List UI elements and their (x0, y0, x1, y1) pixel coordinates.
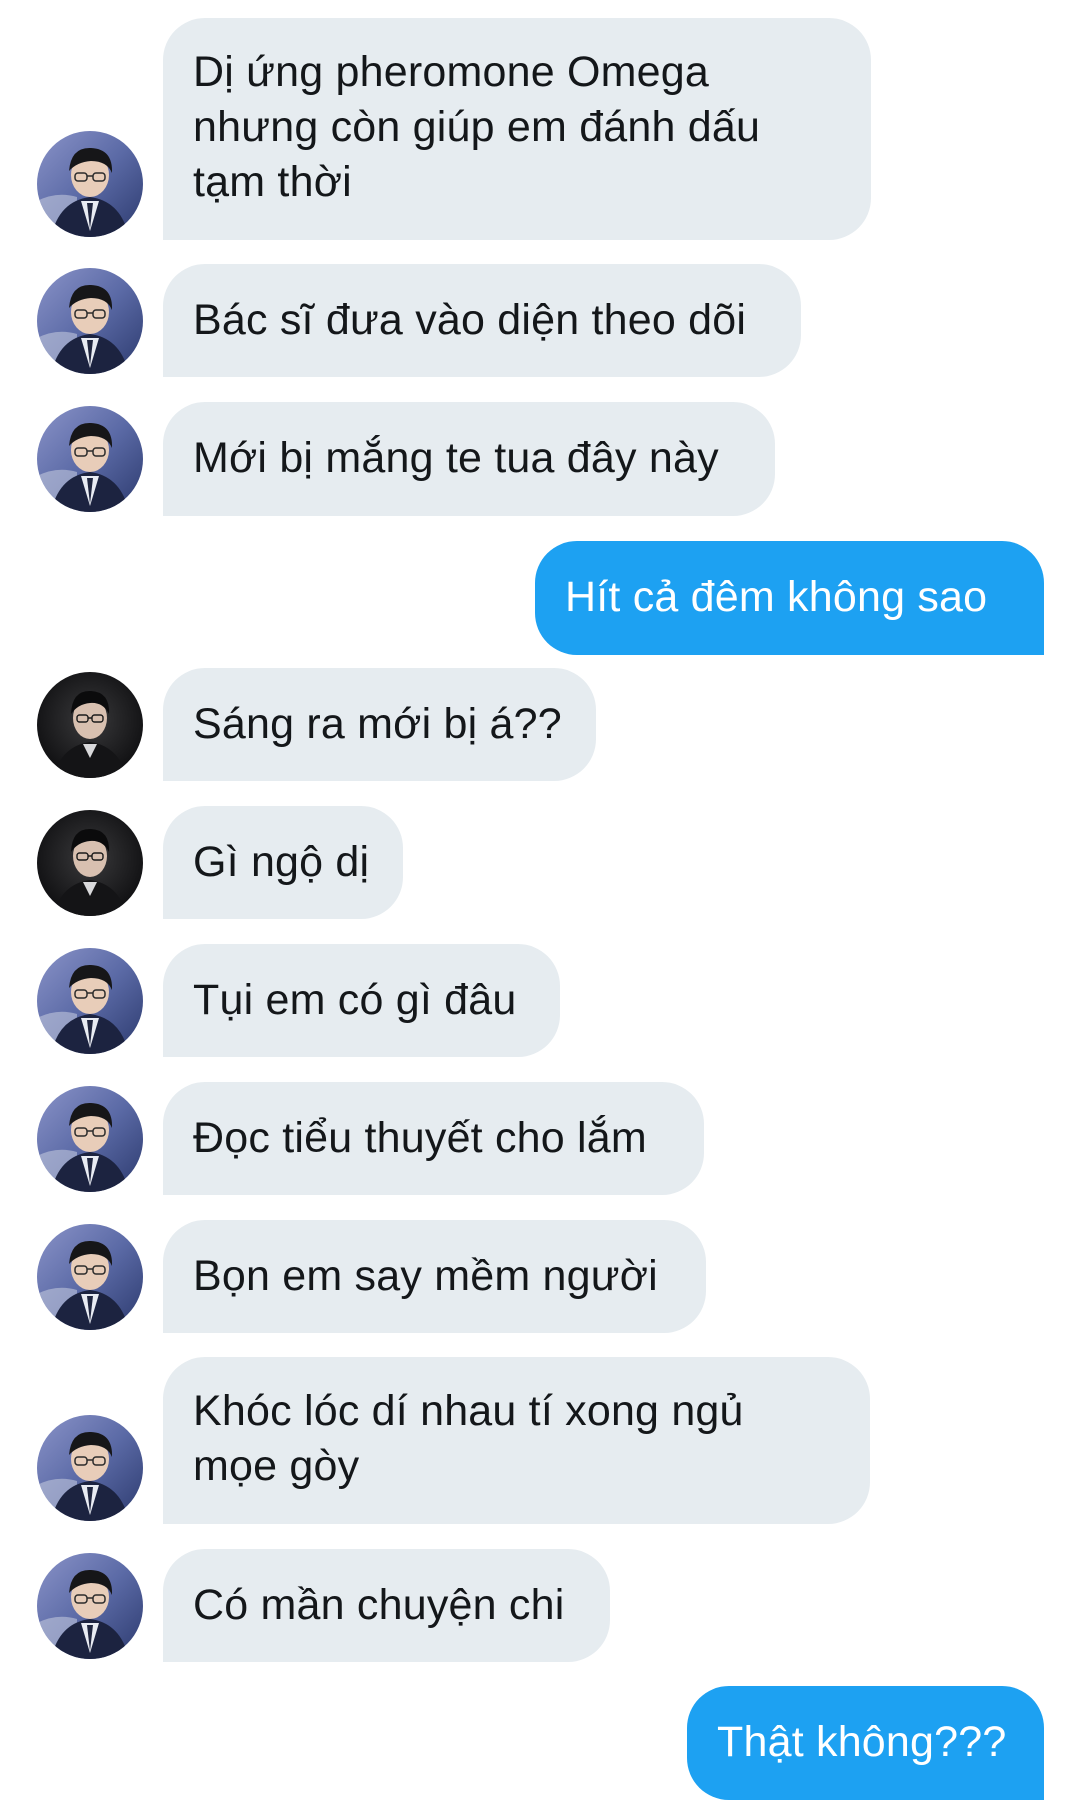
avatar-suit-person-icon[interactable] (37, 948, 143, 1054)
message-text: Có mần chuyện chi (193, 1581, 565, 1629)
message-row: Mới bị mắng te tua đây này (0, 402, 1079, 516)
incoming-message-bubble[interactable]: Tụi em có gì đâu (163, 944, 560, 1057)
avatar-suit-person-icon[interactable] (37, 1224, 143, 1330)
message-row: Sáng ra mới bị á?? (0, 668, 1079, 781)
message-text: Khóc lóc dí nhau tí xong ngủ mọe gòy (193, 1387, 744, 1490)
message-text: Gì ngộ dị (193, 838, 370, 886)
message-text: Mới bị mắng te tua đây này (193, 434, 719, 482)
outgoing-message-bubble[interactable]: Thật không??? (687, 1686, 1044, 1800)
outgoing-message-bubble[interactable]: Hít cả đêm không sao (535, 541, 1044, 655)
incoming-message-bubble[interactable]: Bác sĩ đưa vào diện theo dõi (163, 264, 801, 377)
avatar-suit-person-icon[interactable] (37, 1086, 143, 1192)
message-row: Đọc tiểu thuyết cho lắm (0, 1082, 1079, 1195)
message-text: Bác sĩ đưa vào diện theo dõi (193, 296, 747, 344)
message-row: Hít cả đêm không sao (0, 541, 1079, 655)
message-thread: Dị ứng pheromone Omega nhưng còn giúp em… (0, 0, 1079, 1802)
avatar-suit-person-icon[interactable] (37, 406, 143, 512)
message-row: Tụi em có gì đâu (0, 944, 1079, 1057)
message-row: Có mần chuyện chi (0, 1549, 1079, 1662)
message-text: Tụi em có gì đâu (193, 976, 517, 1024)
message-text: Đọc tiểu thuyết cho lắm (193, 1114, 647, 1162)
message-row: Gì ngộ dị (0, 806, 1079, 919)
incoming-message-bubble[interactable]: Dị ứng pheromone Omega nhưng còn giúp em… (163, 18, 871, 240)
incoming-message-bubble[interactable]: Mới bị mắng te tua đây này (163, 402, 775, 516)
incoming-message-bubble[interactable]: Bọn em say mềm người (163, 1220, 706, 1333)
incoming-message-bubble[interactable]: Gì ngộ dị (163, 806, 403, 919)
incoming-message-bubble[interactable]: Có mần chuyện chi (163, 1549, 610, 1662)
message-row: Bọn em say mềm người (0, 1220, 1079, 1333)
avatar-suit-person-icon[interactable] (37, 1553, 143, 1659)
message-text: Bọn em say mềm người (193, 1252, 658, 1300)
avatar-suit-person-icon[interactable] (37, 131, 143, 237)
incoming-message-bubble[interactable]: Khóc lóc dí nhau tí xong ngủ mọe gòy (163, 1357, 870, 1524)
avatar-dark-person-icon[interactable] (37, 810, 143, 916)
avatar-suit-person-icon[interactable] (37, 268, 143, 374)
message-row: Thật không??? (0, 1686, 1079, 1800)
message-row: Bác sĩ đưa vào diện theo dõi (0, 264, 1079, 377)
incoming-message-bubble[interactable]: Sáng ra mới bị á?? (163, 668, 596, 781)
avatar-dark-person-icon[interactable] (37, 672, 143, 778)
message-row: Dị ứng pheromone Omega nhưng còn giúp em… (0, 18, 1079, 240)
incoming-message-bubble[interactable]: Đọc tiểu thuyết cho lắm (163, 1082, 704, 1195)
message-text: Dị ứng pheromone Omega nhưng còn giúp em… (193, 48, 761, 206)
avatar-suit-person-icon[interactable] (37, 1415, 143, 1521)
message-text: Sáng ra mới bị á?? (193, 700, 562, 748)
message-row: Khóc lóc dí nhau tí xong ngủ mọe gòy (0, 1357, 1079, 1524)
message-text: Hít cả đêm không sao (565, 573, 988, 621)
message-text: Thật không??? (717, 1718, 1007, 1766)
